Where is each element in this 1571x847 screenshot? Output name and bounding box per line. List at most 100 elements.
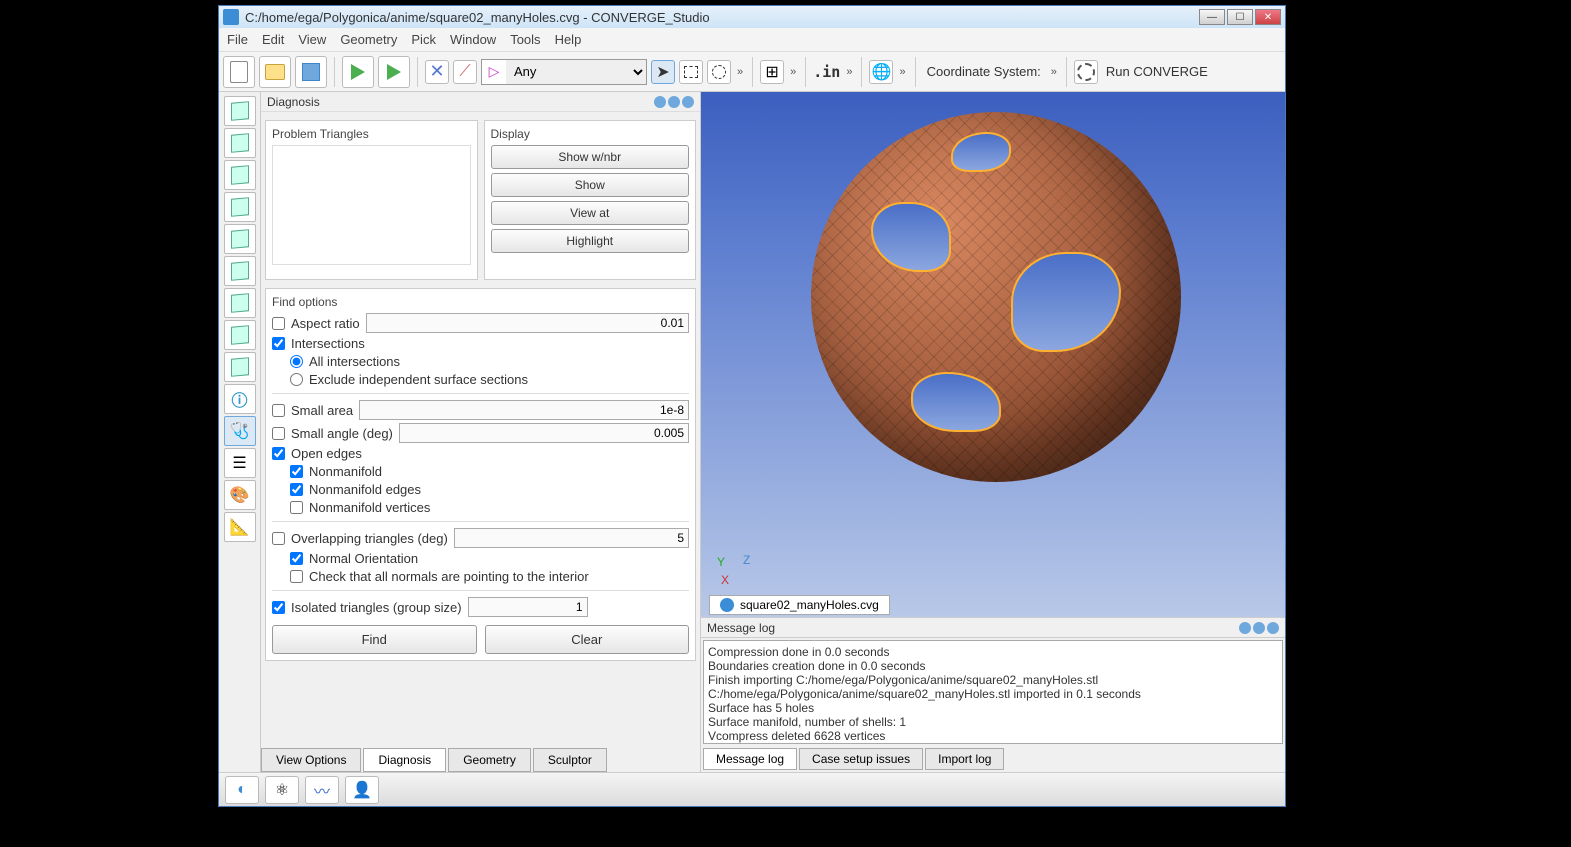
status-btn-2[interactable]: ⚛ [265,776,299,804]
chevron-icon[interactable]: » [788,66,798,78]
panel-close-icon[interactable] [682,96,694,108]
small-angle-checkbox[interactable] [272,427,285,440]
menu-view[interactable]: View [298,32,326,47]
nonmanifold-checkbox[interactable] [290,465,303,478]
maximize-button[interactable]: ☐ [1227,9,1253,25]
chevron-icon[interactable]: » [1049,66,1059,78]
normal-orient-checkbox[interactable] [290,552,303,565]
overlapping-input[interactable] [454,528,689,548]
nonmanifold-edges-checkbox[interactable] [290,483,303,496]
info-tool[interactable]: ⓘ [224,384,256,414]
view-tool-7[interactable] [224,288,256,318]
open-edges-checkbox[interactable] [272,447,285,460]
minimize-button[interactable]: — [1199,9,1225,25]
isolated-input[interactable] [468,597,588,617]
view-tool-6[interactable] [224,256,256,286]
run-converge-label[interactable]: Run CONVERGE [1102,64,1212,79]
wave-icon: 〰 [314,778,330,802]
3d-viewport[interactable]: Y Z X square02_manyHoles.cvg [701,92,1285,617]
close-button[interactable]: ✕ [1255,9,1281,25]
folder-icon [265,64,285,80]
menu-tools[interactable]: Tools [510,32,540,47]
show-wnbr-button[interactable]: Show w/nbr [491,145,690,169]
overlapping-label: Overlapping triangles (deg) [291,531,448,546]
tab-message-log[interactable]: Message log [703,748,797,770]
problem-triangles-list[interactable] [272,145,471,265]
view-tool-5[interactable] [224,224,256,254]
msglog-help-icon[interactable] [1239,622,1251,634]
status-btn-1[interactable]: ◐ [225,776,259,804]
highlight-button[interactable]: Highlight [491,229,690,253]
aspect-ratio-input[interactable] [366,313,689,333]
nonmanifold-vertices-checkbox[interactable] [290,501,303,514]
view-tool-9[interactable] [224,352,256,382]
cursor-button[interactable]: ➤ [651,60,675,84]
menu-help[interactable]: Help [555,32,582,47]
tab-import-log[interactable]: Import log [925,748,1004,770]
export-button[interactable] [342,56,374,88]
view-tool-3[interactable] [224,160,256,190]
isolated-checkbox[interactable] [272,601,285,614]
small-area-checkbox[interactable] [272,404,285,417]
tab-diagnosis[interactable]: Diagnosis [363,748,446,772]
import-button[interactable] [378,56,410,88]
show-button[interactable]: Show [491,173,690,197]
cursor-icon: ➤ [656,62,669,82]
msglog-close-icon[interactable] [1267,622,1279,634]
menu-geometry[interactable]: Geometry [340,32,397,47]
tab-sculptor[interactable]: Sculptor [533,748,607,772]
selection-combo[interactable]: ▷ Any [481,59,647,85]
tab-geometry[interactable]: Geometry [448,748,531,772]
tab-view-options[interactable]: View Options [261,748,361,772]
menu-window[interactable]: Window [450,32,496,47]
all-intersections-radio[interactable] [290,355,303,368]
view-tool-2[interactable] [224,128,256,158]
clear-button[interactable]: Clear [485,625,690,654]
view-tool-8[interactable] [224,320,256,350]
diagnosis-tool[interactable]: 🩺 [224,416,256,446]
panel-help-icon[interactable] [654,96,666,108]
grid-button[interactable]: ⊞ [760,60,784,84]
small-angle-input[interactable] [399,423,689,443]
measure-tool[interactable]: 📐 [224,512,256,542]
save-button[interactable] [295,56,327,88]
open-button[interactable] [259,56,291,88]
run-converge-button[interactable] [1074,60,1098,84]
rect-select-button[interactable] [679,60,703,84]
file-tab-label: square02_manyHoles.cvg [740,598,879,612]
view-at-button[interactable]: View at [491,201,690,225]
any-select[interactable]: Any [506,60,646,84]
small-area-input[interactable] [359,400,689,420]
exclude-indep-radio[interactable] [290,373,303,386]
globe-button[interactable]: 🌐 [869,60,893,84]
panel-refresh-icon[interactable] [668,96,680,108]
view-tool-1[interactable] [224,96,256,126]
color-tool[interactable]: 🎨 [224,480,256,510]
status-btn-3[interactable]: 〰 [305,776,339,804]
dotin-label[interactable]: .in [813,63,840,81]
chevron-icon[interactable]: » [897,66,907,78]
list-tool[interactable]: ☰ [224,448,256,478]
cross-tool-button[interactable]: ✕ [425,60,449,84]
titlebar[interactable]: C:/home/ega/Polygonica/anime/square02_ma… [219,6,1285,28]
status-btn-4[interactable]: 👤 [345,776,379,804]
wand-tool-button[interactable]: ⟋ [453,60,477,84]
new-doc-button[interactable] [223,56,255,88]
chevron-icon[interactable]: » [844,66,854,78]
tab-case-setup[interactable]: Case setup issues [799,748,923,770]
view-tool-4[interactable] [224,192,256,222]
check-normals-checkbox[interactable] [290,570,303,583]
message-log-body[interactable]: Compression done in 0.0 seconds Boundari… [703,640,1283,744]
menu-pick[interactable]: Pick [411,32,436,47]
chevron-icon[interactable]: » [735,66,745,78]
aspect-ratio-checkbox[interactable] [272,317,285,330]
find-button[interactable]: Find [272,625,477,654]
msglog-refresh-icon[interactable] [1253,622,1265,634]
intersections-checkbox[interactable] [272,337,285,350]
menu-file[interactable]: File [227,32,248,47]
circle-select-button[interactable] [707,60,731,84]
overlapping-checkbox[interactable] [272,532,285,545]
menu-edit[interactable]: Edit [262,32,284,47]
viewport-file-tab[interactable]: square02_manyHoles.cvg [709,595,890,615]
find-options-legend: Find options [272,295,689,309]
